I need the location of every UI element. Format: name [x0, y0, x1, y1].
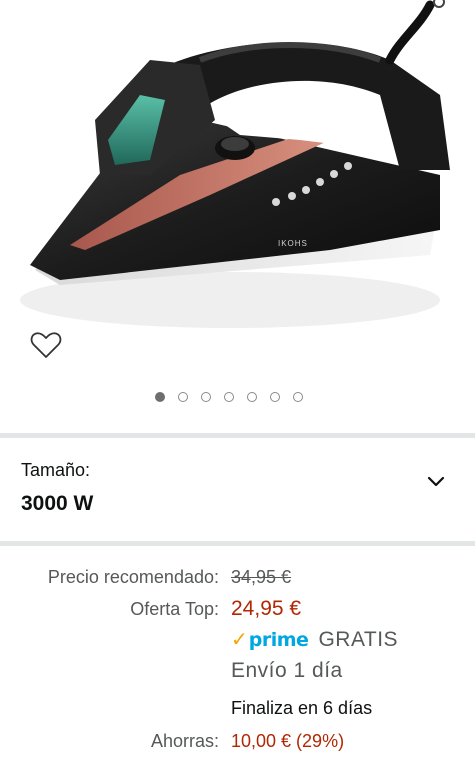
section-divider [0, 541, 475, 546]
offer-price: 24,95 € [231, 597, 302, 620]
offer-label: Oferta Top: [130, 599, 219, 619]
recommended-price: 34,95 € [231, 567, 292, 587]
gallery-dot[interactable] [201, 392, 211, 402]
savings-value: 10,00 € (29%) [231, 731, 345, 751]
prime-shipping: ✓prime GRATIS [231, 627, 398, 652]
deal-ends-text: Finaliza en 6 días [231, 698, 373, 718]
gallery-pagination[interactable] [155, 392, 303, 402]
gallery-dot[interactable] [224, 392, 234, 402]
product-image[interactable]: IKOHS [0, 0, 475, 380]
heart-icon[interactable] [30, 330, 62, 360]
size-label: Tamaño: [21, 460, 91, 480]
gallery-dot[interactable] [270, 392, 280, 402]
brand-text: IKOHS [278, 239, 308, 248]
free-shipping-text: GRATIS [318, 628, 399, 651]
delivery-text: Envío 1 día [231, 659, 343, 682]
gallery-dot[interactable] [293, 392, 303, 402]
savings-label: Ahorras: [150, 731, 219, 751]
gallery-dot[interactable] [178, 392, 188, 402]
prime-check-icon: ✓ [231, 629, 248, 651]
gallery-dot[interactable] [247, 392, 257, 402]
share-icon[interactable] [430, 0, 448, 10]
section-divider [0, 433, 475, 438]
size-value: 3000 W [21, 492, 94, 515]
recommended-price-label: Precio recomendado: [47, 567, 219, 587]
gallery-dot[interactable] [155, 392, 165, 402]
chevron-down-icon[interactable] [427, 476, 445, 488]
prime-logo: prime [248, 629, 309, 651]
